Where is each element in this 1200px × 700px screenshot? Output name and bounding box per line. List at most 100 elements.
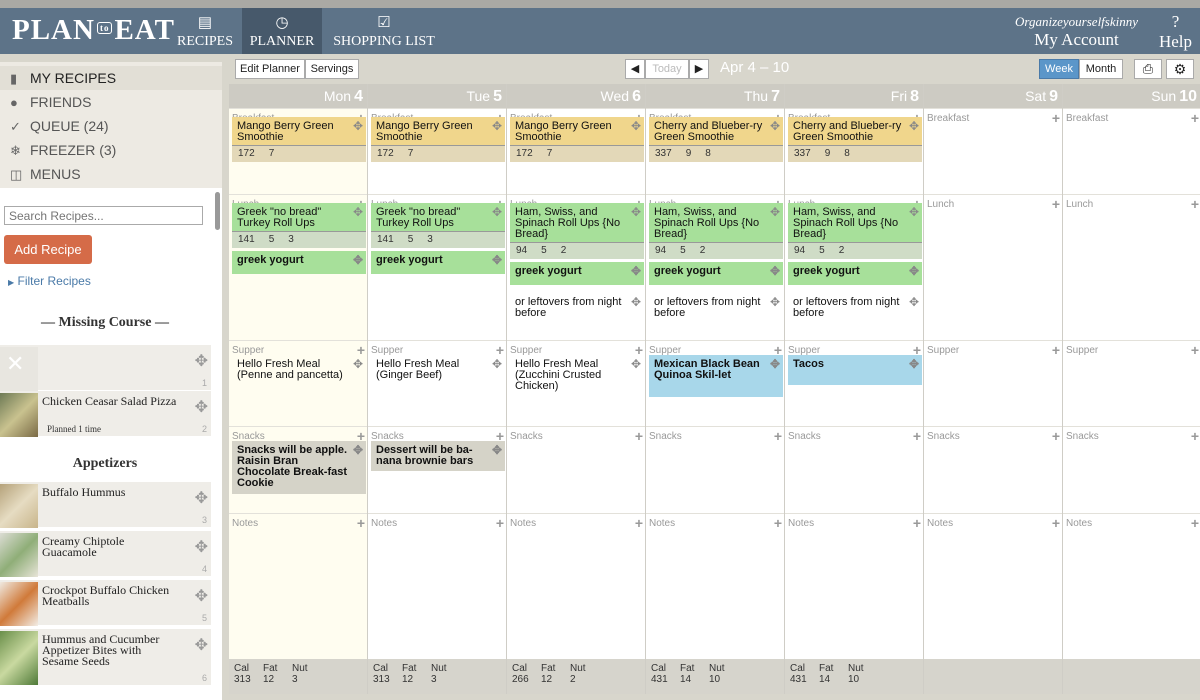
move-arrows-icon[interactable]: ✥ [770, 206, 780, 218]
settings-button[interactable]: ⚙ [1166, 59, 1194, 79]
meal-card[interactable]: Mexican Black Bean Quinoa Skil-let ✥ [649, 355, 783, 397]
add-meal-plus-icon[interactable]: + [1191, 196, 1199, 212]
move-arrows-icon[interactable]: ✥ [492, 206, 502, 218]
move-arrows-icon[interactable]: ✥ [909, 358, 919, 370]
move-arrows-icon[interactable]: ✥ [195, 488, 208, 508]
plan-to-eat-logo[interactable]: PLAN to EAT [12, 14, 175, 47]
move-arrows-icon[interactable]: ✥ [195, 351, 208, 371]
add-meal-plus-icon[interactable]: + [1191, 110, 1199, 126]
move-arrows-icon[interactable]: ✥ [492, 254, 502, 266]
nav-tab-planner[interactable]: ◷ PLANNER [242, 8, 322, 54]
nav-tab-shopping-list[interactable]: ☑ SHOPPING LIST [322, 8, 446, 54]
edit-planner-button[interactable]: Edit Planner [235, 59, 305, 79]
add-meal-plus-icon[interactable]: + [1191, 515, 1199, 531]
move-arrows-icon[interactable]: ✥ [195, 586, 208, 606]
move-arrows-icon[interactable]: ✥ [909, 120, 919, 132]
move-arrows-icon[interactable]: ✥ [492, 358, 502, 370]
recipe-card[interactable]: Hummus and Cucumber Appetizer Bites with… [0, 629, 211, 687]
add-meal-plus-icon[interactable]: + [635, 428, 643, 444]
add-meal-plus-icon[interactable]: + [496, 515, 504, 531]
servings-button[interactable]: Servings [305, 59, 359, 79]
add-meal-plus-icon[interactable]: + [1052, 110, 1060, 126]
move-arrows-icon[interactable]: ✥ [195, 635, 208, 655]
move-arrows-icon[interactable]: ✥ [353, 206, 363, 218]
filter-recipes-link[interactable]: ▶ Filter Recipes [8, 274, 91, 288]
help-link[interactable]: ? Help [1159, 12, 1192, 52]
meal-card[interactable]: Hello Fresh Meal (Penne and pancetta) ✥ [232, 355, 366, 397]
meal-card[interactable]: greek yogurt ✥ [649, 262, 783, 285]
add-meal-plus-icon[interactable]: + [913, 428, 921, 444]
recipe-card[interactable]: Chicken Ceasar Salad Pizza Planned 1 tim… [0, 391, 211, 438]
meal-card[interactable]: Snacks will be apple. Raisin Bran Chocol… [232, 441, 366, 494]
meal-card[interactable]: Ham, Swiss, and Spinach Roll Ups {No Bre… [649, 203, 783, 259]
sidebar-item-menus[interactable]: ◫ MENUS [0, 162, 222, 186]
recipe-card[interactable]: Buffalo Hummus ✥ 3 [0, 482, 211, 529]
meal-card[interactable]: greek yogurt ✥ [232, 251, 366, 274]
meal-card[interactable]: or leftovers from night before ✥ [788, 293, 922, 323]
move-arrows-icon[interactable]: ✥ [770, 296, 780, 308]
meal-card[interactable]: Ham, Swiss, and Spinach Roll Ups {No Bre… [788, 203, 922, 259]
add-meal-plus-icon[interactable]: + [1052, 196, 1060, 212]
meal-card[interactable]: or leftovers from night before ✥ [649, 293, 783, 323]
sidebar-item-freezer[interactable]: ❄ FREEZER (3) [0, 138, 222, 162]
meal-card[interactable]: greek yogurt ✥ [788, 262, 922, 285]
add-meal-plus-icon[interactable]: + [1052, 515, 1060, 531]
meal-card[interactable]: Hello Fresh Meal (Ginger Beef) ✥ [371, 355, 505, 385]
meal-card[interactable]: Dessert will be ba-nana brownie bars ✥ [371, 441, 505, 471]
move-arrows-icon[interactable]: ✥ [770, 358, 780, 370]
meal-card[interactable]: Mango Berry Green Smoothie ✥ 172 7 [510, 117, 644, 162]
sidebar-item-queue[interactable]: ✓ QUEUE (24) [0, 114, 222, 138]
recipe-card[interactable]: Crockpot Buffalo Chicken Meatballs ✥ 5 [0, 580, 211, 627]
today-button[interactable]: Today [645, 59, 689, 79]
add-meal-plus-icon[interactable]: + [774, 515, 782, 531]
move-arrows-icon[interactable]: ✥ [909, 206, 919, 218]
week-view-button[interactable]: Week [1039, 59, 1079, 79]
move-arrows-icon[interactable]: ✥ [195, 397, 208, 417]
move-arrows-icon[interactable]: ✥ [353, 358, 363, 370]
print-button[interactable]: ⎙ [1134, 59, 1162, 79]
move-arrows-icon[interactable]: ✥ [353, 120, 363, 132]
search-recipes-input[interactable] [4, 206, 203, 225]
add-meal-plus-icon[interactable]: + [635, 515, 643, 531]
sidebar-item-friends[interactable]: ● FRIENDS [0, 90, 222, 114]
add-meal-plus-icon[interactable]: + [774, 428, 782, 444]
meal-card[interactable]: Greek "no bread" Turkey Roll Ups ✥ 141 5 3 [232, 203, 366, 248]
recipe-card[interactable]: Creamy Chiptole Guacamole ✥ 4 [0, 531, 211, 578]
move-arrows-icon[interactable]: ✥ [770, 265, 780, 277]
add-meal-plus-icon[interactable]: + [1191, 342, 1199, 358]
sidebar-scrollbar[interactable] [215, 192, 220, 230]
sidebar-item-my-recipes[interactable]: ▮ MY RECIPES [0, 66, 222, 90]
my-account-link[interactable]: Organizeyourselfskinny My Account [1015, 14, 1138, 50]
month-view-button[interactable]: Month [1079, 59, 1123, 79]
move-arrows-icon[interactable]: ✥ [492, 444, 502, 456]
meal-card[interactable]: Greek "no bread" Turkey Roll Ups ✥ 141 5 3 [371, 203, 505, 248]
recipe-card[interactable]: ✕ ✥ 1 [0, 345, 211, 392]
move-arrows-icon[interactable]: ✥ [631, 296, 641, 308]
meal-card[interactable]: Cherry and Blueber-ry Green Smoothie ✥ 337… [649, 117, 783, 162]
move-arrows-icon[interactable]: ✥ [631, 120, 641, 132]
add-meal-plus-icon[interactable]: + [357, 515, 365, 531]
meal-card[interactable]: greek yogurt ✥ [371, 251, 505, 274]
move-arrows-icon[interactable]: ✥ [770, 120, 780, 132]
nav-tab-recipes[interactable]: ▤ RECIPES [168, 8, 242, 54]
move-arrows-icon[interactable]: ✥ [353, 254, 363, 266]
move-arrows-icon[interactable]: ✥ [353, 444, 363, 456]
add-meal-plus-icon[interactable]: + [1052, 428, 1060, 444]
meal-card[interactable]: Cherry and Blueber-ry Green Smoothie ✥ 337… [788, 117, 922, 162]
move-arrows-icon[interactable]: ✥ [631, 265, 641, 277]
meal-card[interactable]: Hello Fresh Meal (Zucchini Crusted Chick… [510, 355, 644, 397]
prev-week-button[interactable]: ◀ [625, 59, 645, 79]
move-arrows-icon[interactable]: ✥ [909, 296, 919, 308]
move-arrows-icon[interactable]: ✥ [631, 358, 641, 370]
next-week-button[interactable]: ▶ [689, 59, 709, 79]
meal-card[interactable]: Mango Berry Green Smoothie ✥ 172 7 [371, 117, 505, 162]
add-meal-plus-icon[interactable]: + [913, 515, 921, 531]
meal-card[interactable]: Ham, Swiss, and Spinach Roll Ups {No Bre… [510, 203, 644, 259]
meal-card[interactable]: Tacos ✥ [788, 355, 922, 385]
meal-card[interactable]: greek yogurt ✥ [510, 262, 644, 285]
move-arrows-icon[interactable]: ✥ [492, 120, 502, 132]
move-arrows-icon[interactable]: ✥ [909, 265, 919, 277]
meal-card[interactable]: or leftovers from night before ✥ [510, 293, 644, 323]
add-meal-plus-icon[interactable]: + [1052, 342, 1060, 358]
meal-card[interactable]: Mango Berry Green Smoothie ✥ 172 7 [232, 117, 366, 162]
